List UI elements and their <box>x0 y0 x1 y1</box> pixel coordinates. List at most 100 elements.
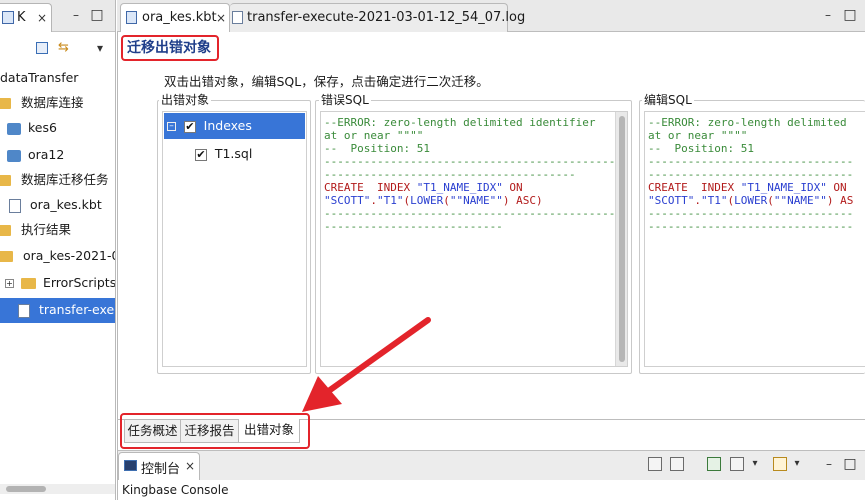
tree-item-indexes-label: Indexes <box>203 118 252 133</box>
tab-task-overview[interactable]: 任务概述 <box>124 419 181 443</box>
expand-icon[interactable]: + <box>5 279 14 288</box>
error-objects-tree[interactable]: – ✔ Indexes ✔ T1.sql <box>162 111 307 367</box>
tab-ora-kes-kbt[interactable]: ora_kes.kbt × <box>120 3 230 33</box>
console-minimize-button[interactable]: – <box>823 456 835 472</box>
code-line: CREATE INDEX "T1_NAME_IDX" ON <box>648 181 864 194</box>
navigator-tab-close-icon[interactable]: × <box>36 10 48 26</box>
tab-error-objects[interactable]: 出错对象 <box>239 419 300 443</box>
tab-transfer-log[interactable]: transfer-execute-2021-03-01-12_54_07.log <box>230 3 525 32</box>
tree-item-ora-kes-kbt-label: ora_kes.kbt <box>29 197 102 212</box>
edit-sql-editor[interactable]: --ERROR: zero-length delimited at or nea… <box>644 111 865 367</box>
navigator-tab-label: K <box>17 10 26 25</box>
tree-item-result-run-label: ora_kes-2021-0 <box>22 248 116 263</box>
tab-close-icon[interactable]: × <box>215 10 227 26</box>
keyword: CREATE INDEX <box>648 181 741 194</box>
error-sql-scrollbar-thumb[interactable] <box>619 116 625 362</box>
tab-console-close-icon[interactable]: × <box>184 458 196 474</box>
page-title-text: 迁移出错对象 <box>127 40 211 56</box>
file-icon <box>9 198 21 213</box>
console-output[interactable]: Kingbase Console <box>117 480 865 500</box>
annotation-arrow <box>302 317 431 412</box>
function: LOWER <box>410 194 444 207</box>
punct: ( <box>767 194 774 207</box>
function: LOWER <box>734 194 768 207</box>
code-line: --ERROR: zero-length delimited identifie… <box>324 116 596 129</box>
navigator-scrollbar[interactable] <box>0 484 115 494</box>
navigator-scrollbar-thumb[interactable] <box>6 486 46 492</box>
punct: . <box>370 194 377 207</box>
editor-maximize-button[interactable]: □ <box>843 7 857 23</box>
collapse-all-icon[interactable] <box>36 42 48 54</box>
folder-icon <box>20 278 36 289</box>
tree-item-error-scripts[interactable]: + ErrorScripts <box>0 271 115 295</box>
tree-item-ora12[interactable]: ora12 <box>0 143 115 167</box>
code-line: at or near """" <box>648 129 748 142</box>
log-file-icon <box>232 11 243 24</box>
editor-minimize-button[interactable]: – <box>822 7 834 23</box>
navigator-maximize-button[interactable]: □ <box>90 7 104 23</box>
tab-console[interactable]: 控制台 × <box>118 452 200 480</box>
error-sql-scrollbar[interactable] <box>615 112 627 366</box>
tree-item-migration-tasks[interactable]: 数据库迁移任务 <box>0 168 115 192</box>
t1-sql-checkbox[interactable]: ✔ <box>195 148 207 161</box>
tree-item-db-connections[interactable]: 数据库连接 <box>0 91 115 115</box>
tree-item-indexes[interactable]: – ✔ Indexes <box>164 113 305 139</box>
keyword: ) ASC) <box>502 194 543 207</box>
code-line: ------------------------------- <box>648 168 854 181</box>
code-line: ----------------------------------------… <box>324 155 616 168</box>
tree-item-transfer-exec[interactable]: transfer-exec <box>0 298 115 323</box>
tree-item-t1-sql-label: T1.sql <box>214 146 253 161</box>
tree-item-root[interactable]: dataTransfer <box>0 66 115 90</box>
pin-console-icon[interactable] <box>707 457 721 471</box>
keyword: ON <box>826 181 847 194</box>
display-console-icon[interactable] <box>730 457 744 471</box>
code-line: --ERROR: zero-length delimited <box>648 116 847 129</box>
identifier: "T1_NAME_IDX" <box>740 181 827 194</box>
console-maximize-button[interactable]: □ <box>843 456 857 472</box>
code-line: ----------------------------------------… <box>324 207 616 220</box>
identifier: ""NAME"" <box>773 194 827 207</box>
tree-item-kes6[interactable]: kes6 <box>0 116 115 140</box>
keyword: CREATE INDEX <box>324 181 417 194</box>
punct: . <box>694 194 701 207</box>
folder-icon <box>0 225 11 236</box>
navigator-minimize-button[interactable]: – <box>70 7 82 23</box>
identifier: "SCOTT" <box>648 194 695 207</box>
error-objects-label: 出错对象 <box>159 93 212 107</box>
tab-migration-report[interactable]: 迁移报告 <box>181 419 239 443</box>
tree-item-result-run[interactable]: ora_kes-2021-0 <box>0 244 116 268</box>
collapse-icon[interactable]: – <box>167 122 176 131</box>
tree-item-root-label: dataTransfer <box>0 70 79 85</box>
link-with-editor-icon[interactable]: ⇆ <box>58 41 72 55</box>
clear-console-icon[interactable] <box>648 457 662 471</box>
code-line: ------------------------------- <box>648 220 854 233</box>
edit-sql-label: 编辑SQL <box>642 93 694 107</box>
open-console-icon[interactable] <box>773 457 787 471</box>
tree-item-ora-kes-kbt[interactable]: ora_kes.kbt <box>0 193 115 217</box>
code-line: at or near """" <box>324 129 424 142</box>
view-menu-icon[interactable]: ▾ <box>94 40 106 56</box>
error-sql-lines: --ERROR: zero-length delimited identifie… <box>324 116 616 233</box>
indexes-checkbox[interactable]: ✔ <box>183 120 196 133</box>
identifier: "T1_NAME_IDX" <box>416 181 503 194</box>
identifier: ""NAME"" <box>449 194 503 207</box>
identifier: "SCOTT" <box>324 194 371 207</box>
tab-ora-kes-kbt-label: ora_kes.kbt <box>142 10 217 25</box>
kbt-file-icon <box>126 11 137 24</box>
dropdown-arrow-icon[interactable]: ▾ <box>792 456 802 472</box>
identifier: "T1" <box>700 194 728 207</box>
tree-item-ora12-label: ora12 <box>27 147 65 162</box>
tab-transfer-log-label: transfer-execute-2021-03-01-12_54_07.log <box>247 10 526 25</box>
scroll-lock-icon[interactable] <box>670 457 684 471</box>
code-line: CREATE INDEX "T1_NAME_IDX" ON <box>324 181 614 194</box>
folder-icon <box>0 175 11 186</box>
page-title: 迁移出错对象 <box>121 35 219 61</box>
navigator-tab[interactable]: K × <box>0 3 52 32</box>
keyword: ON <box>502 181 523 194</box>
tree-item-t1-sql[interactable]: ✔ T1.sql <box>164 141 305 167</box>
navigator-tab-icon <box>2 11 14 24</box>
code-line: ------------------------------- <box>648 207 854 220</box>
tree-item-results[interactable]: 执行结果 <box>0 218 115 242</box>
keyword: ) AS <box>826 194 854 207</box>
dropdown-arrow-icon[interactable]: ▾ <box>750 456 760 472</box>
